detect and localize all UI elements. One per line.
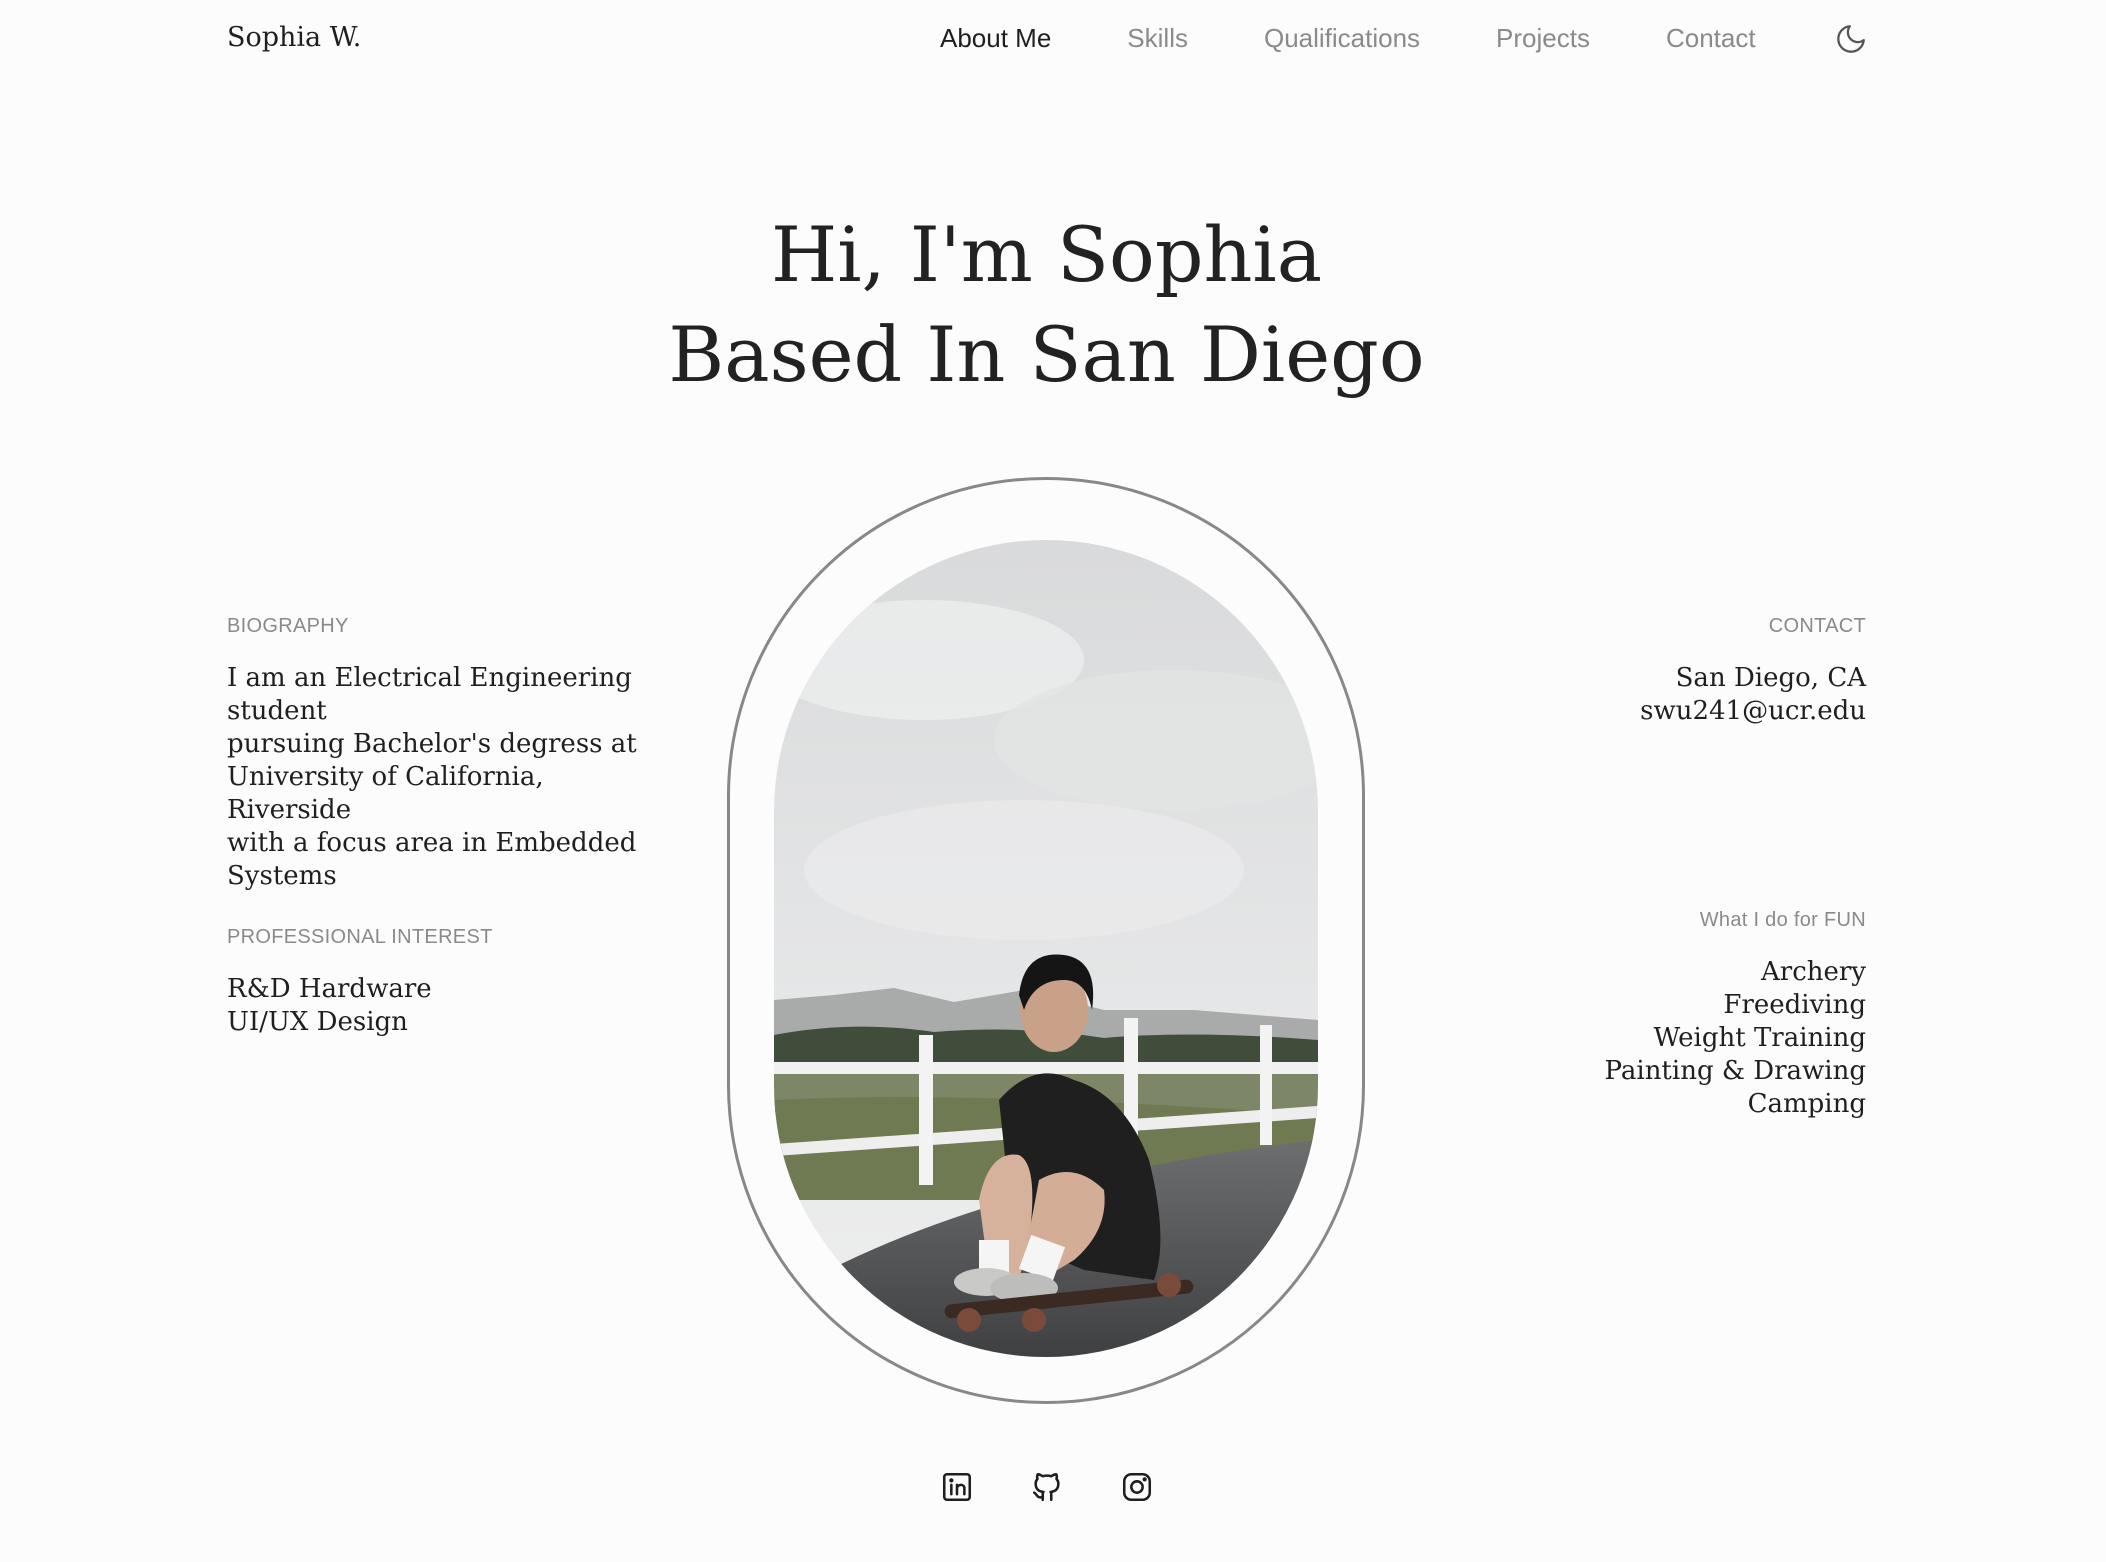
fun-item: Archery [1760,957,1866,987]
professional-interest-list: R&D Hardware UI/UX Design [227,973,627,1039]
nav-qualifications[interactable]: Qualifications [1264,23,1420,54]
brand-logo[interactable]: Sophia W. [227,18,361,58]
linkedin-link[interactable] [940,1470,974,1504]
github-icon [1032,1473,1060,1502]
linkedin-icon [942,1472,972,1502]
main-nav: About Me Skills Qualifications Projects … [940,18,1832,58]
biography-line: I am an Electrical Engineering [227,663,632,693]
professional-interest-label: PROFESSIONAL INTEREST [227,926,493,948]
biography-line: Systems [227,861,337,891]
biography-line: with a focus area in Embedded [227,828,637,858]
nav-about-me[interactable]: About Me [940,23,1051,54]
fun-list: Archery Freediving Weight Training Paint… [1446,956,1866,1121]
contact-details: San Diego, CA swu241@ucr.edu [1446,662,1866,728]
nav-projects[interactable]: Projects [1496,23,1590,54]
interest-item: R&D Hardware [227,974,432,1004]
fun-item: Weight Training [1653,1023,1866,1053]
biography-line: student [227,696,327,726]
instagram-link[interactable] [1120,1470,1154,1504]
biography-line: University of California, [227,762,544,792]
biography-line: pursuing Bachelor's degress at [227,729,637,759]
fun-label: What I do for FUN [1699,909,1866,931]
interest-item: UI/UX Design [227,1007,408,1037]
biography-text: I am an Electrical Engineering student p… [227,662,637,893]
instagram-icon [1122,1472,1152,1502]
theme-toggle-button[interactable] [1834,22,1868,56]
moon-icon [1837,25,1865,53]
fun-item: Painting & Drawing [1604,1056,1866,1086]
github-link[interactable] [1030,1470,1064,1504]
hero-line-1: Hi, I'm Sophia [770,210,1323,299]
contact-label: CONTACT [1768,615,1866,637]
biography-line: Riverside [227,795,352,825]
social-links [940,1470,1154,1504]
fun-item: Freediving [1723,990,1866,1020]
left-column: BIOGRAPHY I am an Electrical Engineering… [227,612,637,1039]
nav-contact[interactable]: Contact [1666,23,1756,54]
portrait-illustration [774,540,1318,1357]
right-column: CONTACT San Diego, CA swu241@ucr.edu Wha… [1446,612,1866,1121]
biography-label: BIOGRAPHY [227,615,349,637]
contact-email[interactable]: swu241@ucr.edu [1446,695,1866,728]
nav-skills[interactable]: Skills [1127,23,1188,54]
contact-location: San Diego, CA [1675,663,1866,693]
fun-item: Camping [1747,1089,1866,1119]
hero-heading: Hi, I'm Sophia Based In San Diego [0,205,2093,405]
portrait-photo [774,540,1318,1357]
hero-line-2: Based In San Diego [668,310,1425,399]
portfolio-page: Sophia W. About Me Skills Qualifications… [0,0,2106,1562]
